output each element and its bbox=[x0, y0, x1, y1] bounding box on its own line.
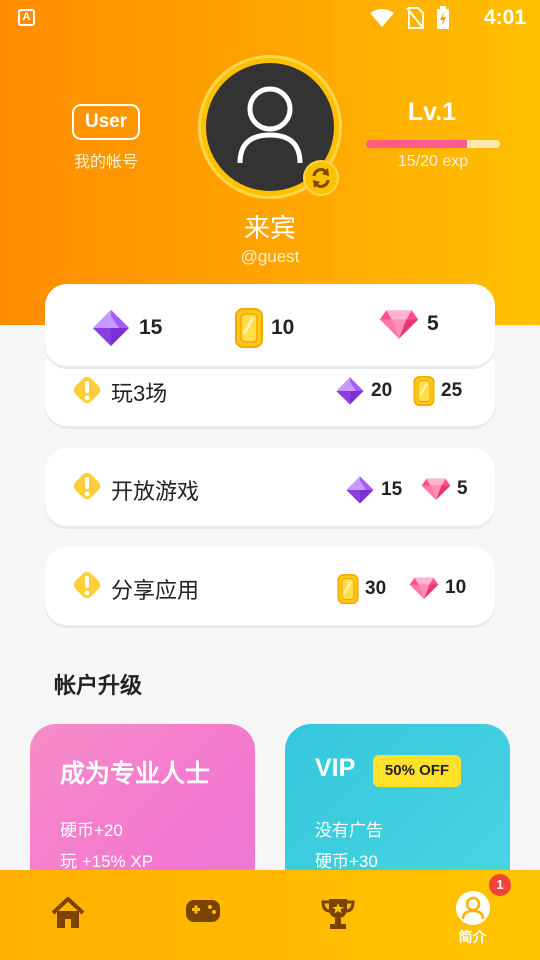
battery-charging-icon bbox=[437, 6, 449, 29]
home-icon bbox=[51, 897, 84, 928]
wallet-card: 15 10 5 bbox=[45, 284, 495, 366]
nav-profile[interactable]: 简介 1 bbox=[405, 870, 540, 960]
profile-icon bbox=[455, 891, 490, 925]
task-title: 分享应用 bbox=[111, 578, 200, 603]
task-card-open-game[interactable]: 开放游戏 15 5 bbox=[45, 448, 495, 526]
nav-leaderboard[interactable] bbox=[270, 870, 405, 960]
task-reward-value: 5 bbox=[457, 478, 468, 499]
coin-icon bbox=[413, 376, 435, 406]
pink-gem-icon bbox=[379, 308, 419, 340]
exp-text: 15/20 exp bbox=[397, 153, 469, 170]
vip-benefit-1: 没有广告 bbox=[315, 821, 383, 840]
pro-title: 成为专业人士 bbox=[60, 760, 211, 788]
purple-gem-icon bbox=[91, 308, 131, 348]
vip-title: VIP bbox=[315, 754, 356, 782]
pro-benefit-1: 硬币+20 bbox=[60, 821, 123, 840]
coin-balance: 10 bbox=[235, 308, 294, 348]
discount-badge: 50% OFF bbox=[373, 755, 461, 787]
coin-icon bbox=[235, 308, 263, 348]
status-bar: A 4:01 bbox=[0, 0, 540, 36]
pink-gem-balance: 5 bbox=[379, 308, 439, 340]
notification-badge: 1 bbox=[489, 874, 511, 896]
change-avatar-button[interactable] bbox=[303, 160, 339, 196]
purple-gem-balance: 15 bbox=[91, 308, 162, 348]
app-notification-icon: A bbox=[18, 9, 35, 26]
trophy-icon bbox=[320, 899, 355, 929]
purple-gem-icon bbox=[345, 475, 375, 505]
task-reward-value: 30 bbox=[365, 578, 387, 599]
task-reward-value: 10 bbox=[445, 577, 467, 598]
task-reward-value: 20 bbox=[371, 380, 393, 401]
task-reward-value: 25 bbox=[441, 380, 463, 401]
pink-gem-count: 5 bbox=[427, 312, 439, 335]
warning-icon bbox=[71, 569, 103, 601]
coin-icon bbox=[337, 574, 359, 604]
purple-gem-icon bbox=[335, 376, 365, 406]
exp-progress-fill bbox=[366, 140, 467, 148]
task-reward-value: 15 bbox=[381, 479, 403, 500]
account-upgrade-heading: 帐户升级 bbox=[54, 673, 143, 698]
task-title: 玩3场 bbox=[111, 381, 168, 406]
pink-gem-icon bbox=[409, 576, 439, 600]
bottom-navigation: 简介 1 bbox=[0, 870, 540, 960]
pink-gem-icon bbox=[421, 477, 451, 501]
nav-games[interactable] bbox=[135, 870, 270, 960]
wifi-icon bbox=[370, 9, 394, 27]
warning-icon bbox=[71, 374, 103, 406]
my-account-label: 我的帐号 bbox=[73, 154, 138, 171]
level-label: Lv.1 bbox=[407, 98, 457, 126]
task-title: 开放游戏 bbox=[111, 479, 200, 504]
gamepad-icon bbox=[185, 900, 220, 922]
user-type-badge[interactable]: User bbox=[72, 104, 140, 140]
clock: 4:01 bbox=[483, 6, 526, 29]
nav-home[interactable] bbox=[0, 870, 135, 960]
sync-icon bbox=[312, 168, 330, 188]
no-sim-icon bbox=[406, 7, 424, 29]
task-card-share-app[interactable]: 分享应用 30 10 bbox=[45, 547, 495, 625]
display-name: 来宾 bbox=[243, 213, 296, 243]
purple-gem-count: 15 bbox=[139, 316, 163, 339]
warning-icon bbox=[71, 470, 103, 502]
pro-benefit-2: 玩 +15% XP bbox=[60, 852, 154, 871]
vip-benefit-2: 硬币+30 bbox=[315, 852, 378, 871]
exp-progress-bar bbox=[366, 140, 500, 148]
coin-count: 10 bbox=[271, 316, 295, 339]
user-handle: @guest bbox=[240, 247, 300, 266]
nav-profile-label: 简介 bbox=[458, 929, 487, 945]
